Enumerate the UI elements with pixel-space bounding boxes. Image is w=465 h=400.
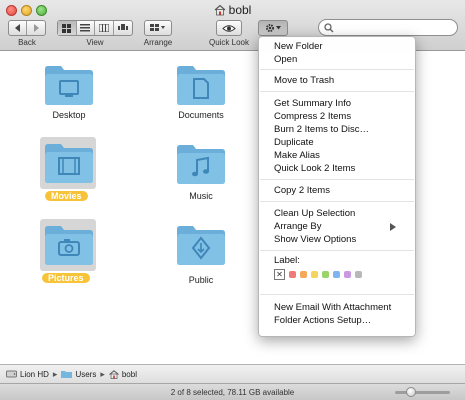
label-color-swatch[interactable] (333, 271, 340, 278)
path-crumb-label: Users (75, 369, 97, 379)
view-mode-control (57, 20, 133, 36)
quicklook-label: Quick Look (208, 38, 250, 47)
back-label: Back (18, 38, 36, 47)
back-forward-control (8, 20, 46, 36)
menu-item-burn[interactable]: Burn 2 Items to Disc… (274, 124, 369, 136)
menu-separator (260, 250, 414, 251)
menu-separator (260, 91, 414, 92)
back-arrow-icon (14, 24, 20, 32)
folder-name: Public (188, 275, 214, 285)
home-folder-icon (214, 4, 226, 16)
label-color-swatch[interactable] (289, 271, 296, 278)
folder-name: Documents (178, 110, 224, 120)
menu-separator (260, 201, 414, 202)
icon-view-icon (62, 23, 72, 33)
menu-item-show-view-options[interactable]: Show View Options (274, 234, 356, 246)
forward-arrow-icon (34, 24, 40, 32)
menu-item-make-alias[interactable]: Make Alias (274, 150, 320, 162)
movies-folder-icon (45, 144, 93, 183)
menu-item-label: Arrange By (274, 221, 322, 232)
view-label: View (86, 38, 104, 47)
folder-name-selected: Pictures (42, 273, 90, 283)
folder-item-pictures[interactable] (43, 224, 95, 271)
folder-icon (61, 371, 73, 378)
desktop-folder-icon (45, 66, 93, 105)
eye-icon (222, 24, 236, 32)
arrange-button[interactable] (144, 20, 172, 36)
menu-item-arrange-by[interactable]: Arrange By (274, 221, 404, 233)
menu-item-clean-up-selection[interactable]: Clean Up Selection (274, 208, 355, 220)
path-crumb-home[interactable]: bobl (109, 370, 137, 379)
icon-size-slider[interactable] (395, 387, 450, 397)
label-color-swatch[interactable] (311, 271, 318, 278)
folder-name-selected: Movies (45, 191, 88, 201)
folder-item-documents[interactable] (175, 64, 227, 111)
label-color-swatch[interactable] (322, 271, 329, 278)
folder-name: Desktop (52, 110, 86, 120)
menu-item-compress[interactable]: Compress 2 Items (274, 111, 351, 123)
label-none-icon[interactable]: ✕ (274, 269, 285, 280)
label-color-swatch[interactable] (355, 271, 362, 278)
path-crumb-label: bobl (121, 369, 137, 379)
window-title-text: bobl (228, 3, 252, 17)
menu-item-new-email[interactable]: New Email With Attachment (274, 302, 391, 314)
label-color-swatch[interactable] (344, 271, 351, 278)
menu-item-move-to-trash[interactable]: Move to Trash (274, 75, 334, 87)
menu-item-new-folder[interactable]: New Folder (274, 41, 323, 53)
home-icon (109, 369, 119, 379)
menu-label-heading: Label: (274, 255, 300, 266)
label-color-swatch[interactable] (300, 271, 307, 278)
path-crumb-label: Lion HD (20, 369, 49, 379)
list-view-icon (80, 24, 91, 32)
column-view-icon (98, 24, 109, 32)
action-menu: New Folder Open Move to Trash Get Summar… (258, 36, 416, 337)
public-folder-icon (177, 226, 225, 265)
window-title: bobl (0, 3, 465, 17)
menu-item-copy[interactable]: Copy 2 Items (274, 185, 330, 197)
search-field[interactable] (318, 19, 458, 36)
forward-button[interactable] (27, 21, 45, 35)
folder-item-desktop[interactable] (43, 64, 95, 111)
folder-item-movies[interactable] (43, 142, 95, 189)
finder-window: bobl Back View Arrange Quick Look Deskto… (0, 0, 465, 400)
coverflow-view-button[interactable] (114, 21, 132, 35)
menu-item-open[interactable]: Open (274, 54, 297, 66)
path-crumb-disk[interactable]: Lion HD ▸ (6, 369, 61, 380)
coverflow-view-icon (117, 24, 128, 30)
pictures-folder-icon (45, 226, 93, 265)
menu-item-folder-actions-setup[interactable]: Folder Actions Setup… (274, 315, 371, 327)
status-bar: 2 of 8 selected, 78.11 GB available (0, 383, 465, 400)
menu-item-duplicate[interactable]: Duplicate (274, 137, 314, 149)
folder-item-public[interactable] (175, 224, 227, 271)
icon-view-button[interactable] (58, 21, 77, 35)
menu-separator (260, 179, 414, 180)
menu-separator (260, 294, 414, 295)
label-color-swatches (289, 271, 362, 278)
search-icon (324, 23, 334, 33)
quicklook-button[interactable] (216, 20, 242, 36)
music-folder-icon (177, 145, 225, 184)
path-separator-icon: ▸ (100, 368, 105, 379)
arrange-icon (150, 24, 165, 31)
gear-icon (265, 24, 281, 32)
documents-folder-icon (177, 66, 225, 105)
folder-name: Music (189, 191, 213, 201)
path-bar: Lion HD ▸ Users ▸ bobl (0, 364, 465, 383)
arrange-label: Arrange (143, 38, 173, 47)
action-gear-button[interactable] (258, 20, 288, 36)
menu-item-quick-look[interactable]: Quick Look 2 Items (274, 163, 355, 175)
label-color-row: ✕ (274, 269, 362, 280)
menu-separator (260, 69, 414, 70)
path-separator-icon: ▸ (52, 368, 58, 379)
submenu-arrow-icon (390, 223, 396, 231)
folder-item-music[interactable] (175, 143, 227, 190)
column-view-button[interactable] (95, 21, 114, 35)
hard-drive-icon (6, 370, 17, 378)
back-button[interactable] (9, 21, 28, 35)
menu-item-get-summary-info[interactable]: Get Summary Info (274, 98, 351, 110)
list-view-button[interactable] (77, 21, 95, 35)
path-crumb-users[interactable]: Users ▸ (61, 369, 108, 380)
